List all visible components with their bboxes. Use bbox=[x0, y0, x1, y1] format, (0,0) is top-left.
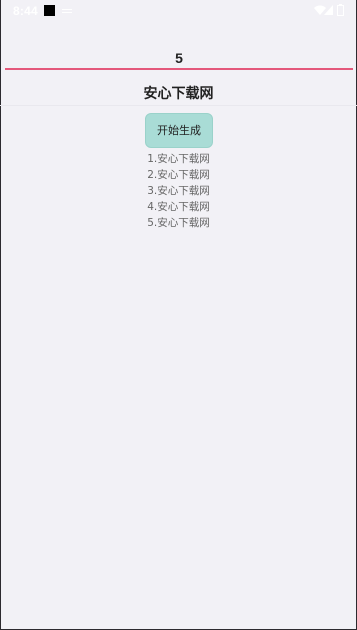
result-list: 1.安心下载网 2.安心下载网 3.安心下载网 4.安心下载网 5.安心下载网 bbox=[0, 151, 357, 231]
generate-button[interactable]: 开始生成 bbox=[145, 113, 213, 148]
status-time: 8:44 bbox=[13, 4, 38, 18]
signal-icon bbox=[324, 5, 333, 15]
list-item: 2.安心下载网 bbox=[147, 169, 210, 181]
list-item: 1.安心下载网 bbox=[147, 153, 210, 165]
notification-icon bbox=[62, 7, 72, 15]
battery-icon bbox=[337, 4, 344, 16]
divider bbox=[0, 105, 357, 106]
list-item: 3.安心下载网 bbox=[147, 185, 210, 197]
list-item: 5.安心下载网 bbox=[147, 217, 210, 229]
list-item: 4.安心下载网 bbox=[147, 201, 210, 213]
page-title: 安心下载网 bbox=[143, 86, 214, 102]
count-input[interactable] bbox=[5, 48, 353, 70]
status-bar: 8:44 bbox=[0, 0, 357, 22]
square-icon bbox=[44, 5, 55, 16]
